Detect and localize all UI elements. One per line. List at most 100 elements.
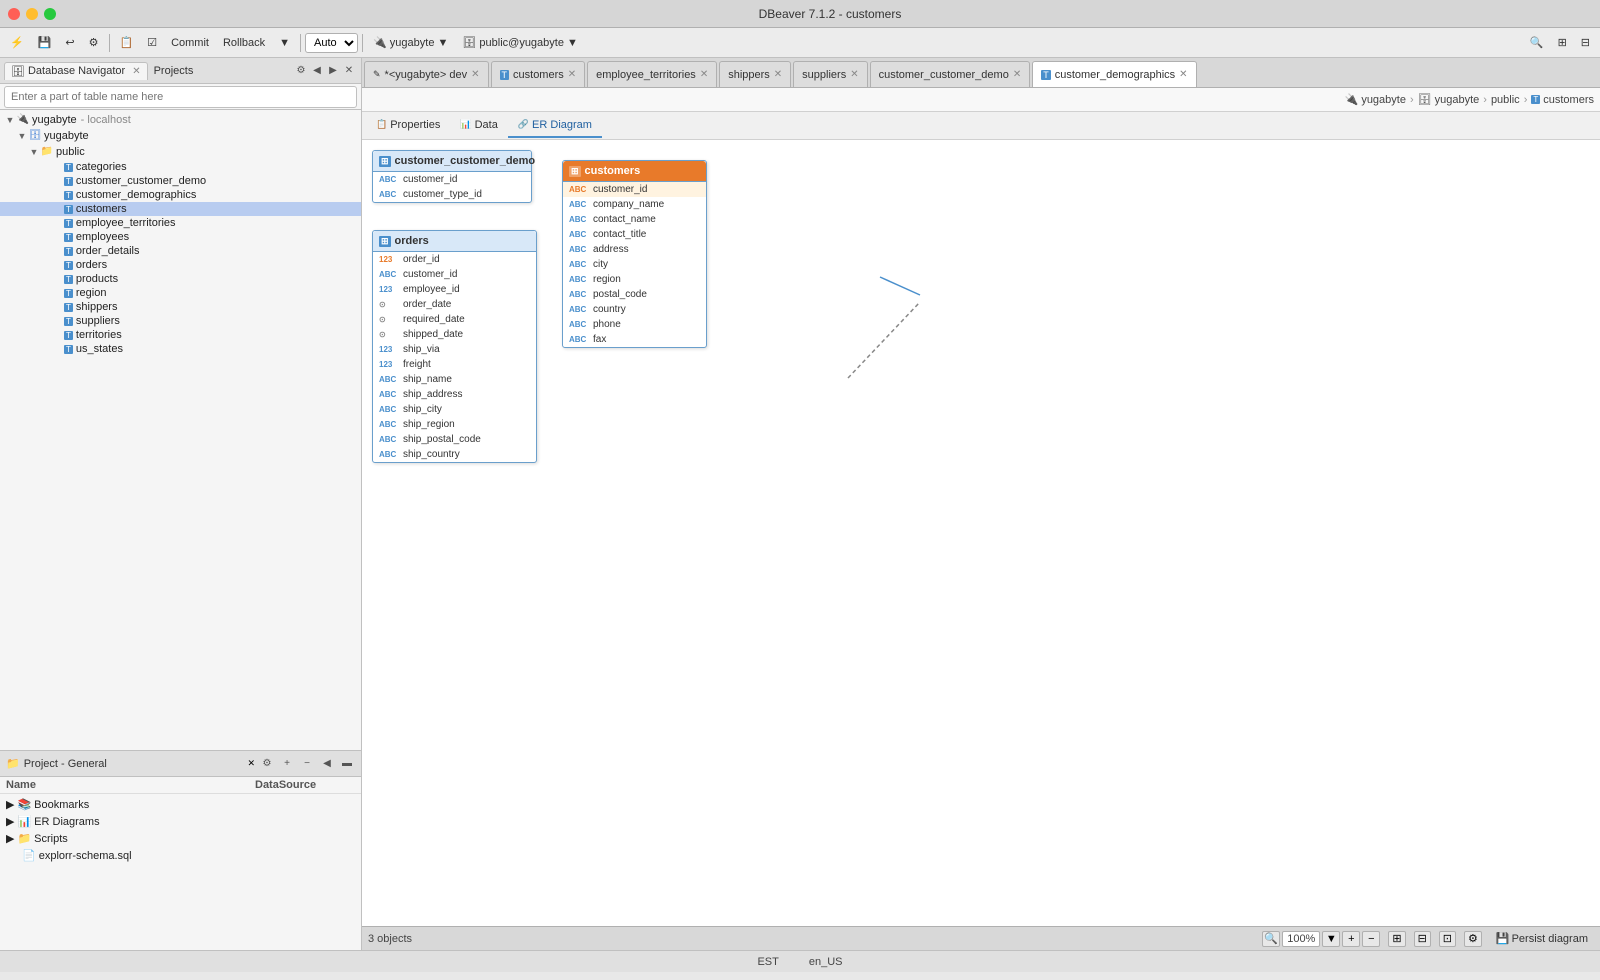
left-panel-nav[interactable]: ◀ — [309, 63, 325, 79]
er-field-city[interactable]: ABC city — [563, 257, 706, 272]
tree-item-customers[interactable]: T customers — [0, 202, 361, 216]
persist-diagram-btn[interactable]: 💾 Persist diagram — [1490, 928, 1594, 950]
er-field-order-id[interactable]: 123 order_id — [373, 252, 536, 267]
project-item-sql-file[interactable]: 📄 explorr-schema.sql — [0, 847, 361, 864]
er-field-ship-address[interactable]: ABC ship_address — [373, 387, 536, 402]
maximize-button[interactable] — [44, 8, 56, 20]
er-field-contact-name[interactable]: ABC contact_name — [563, 212, 706, 227]
projects-tab[interactable]: Projects — [148, 63, 200, 79]
database-navigator-tab[interactable]: 🗄 Database Navigator ✕ — [4, 62, 148, 80]
tool-btn-3[interactable]: ↩ — [59, 32, 80, 54]
tool-btn-db[interactable]: 🗄 public@yugabyte ▼ — [456, 32, 584, 54]
zoom-dropdown-btn[interactable]: ▼ — [1322, 931, 1340, 947]
er-field-fax[interactable]: ABC fax — [563, 332, 706, 347]
tree-item-categories[interactable]: T categories — [0, 160, 361, 174]
tool-btn-layout[interactable]: ⊟ — [1575, 32, 1596, 54]
tab-dev[interactable]: ✎ *<yugabyte> dev ✕ — [364, 61, 489, 87]
er-field-ccd-customer-type-id[interactable]: ABC customer_type_id — [373, 187, 531, 202]
er-field-ccd-customer-id[interactable]: ABC customer_id — [373, 172, 531, 187]
tab-customer-demographics[interactable]: T customer_demographics ✕ — [1032, 61, 1196, 87]
er-field-customer-id[interactable]: ABC customer_id — [373, 267, 536, 282]
er-field-ship-region[interactable]: ABC ship_region — [373, 417, 536, 432]
er-field-ship-postal-code[interactable]: ABC ship_postal_code — [373, 432, 536, 447]
er-field-required-date[interactable]: ⊙ required_date — [373, 312, 536, 327]
tool-btn-search[interactable]: 🔍 — [1524, 32, 1550, 54]
settings-btn[interactable]: ⚙ — [1464, 931, 1482, 947]
er-diagram-area[interactable]: ⊞ customer_customer_demo ABC customer_id… — [362, 140, 1600, 926]
tool-btn-1[interactable]: ⚡ — [4, 32, 30, 54]
project-settings-btn[interactable]: ⚙ — [259, 756, 275, 772]
cd-tab-close[interactable]: ✕ — [1179, 69, 1187, 80]
tree-item-suppliers[interactable]: T suppliers — [0, 314, 361, 328]
tool-btn-6[interactable]: ☑ — [141, 32, 163, 54]
er-field-company-name[interactable]: ABC company_name — [563, 197, 706, 212]
er-field-ship-via[interactable]: 123 ship_via — [373, 342, 536, 357]
er-field-contact-title[interactable]: ABC contact_title — [563, 227, 706, 242]
er-field-postal-code[interactable]: ABC postal_code — [563, 287, 706, 302]
er-field-country[interactable]: ABC country — [563, 302, 706, 317]
tree-item-products[interactable]: T products — [0, 272, 361, 286]
tool-btn-2[interactable]: 💾 — [32, 32, 58, 54]
rollback-button[interactable]: Rollback — [217, 32, 271, 54]
tree-item-order-details[interactable]: T order_details — [0, 244, 361, 258]
sub-tab-er-diagram[interactable]: 🔗 ER Diagram — [508, 114, 602, 138]
er-table-customer-customer-demo[interactable]: ⊞ customer_customer_demo ABC customer_id… — [372, 150, 532, 203]
minimize-button[interactable] — [26, 8, 38, 20]
er-field-ship-name[interactable]: ABC ship_name — [373, 372, 536, 387]
zoom-in-btn[interactable]: + — [1342, 931, 1360, 947]
tree-item-schema[interactable]: ▼ 📁 public — [0, 144, 361, 160]
sub-tab-properties[interactable]: 📋 Properties — [366, 114, 450, 138]
tree-item-territories[interactable]: T territories — [0, 328, 361, 342]
left-panel-nav2[interactable]: ▶ — [325, 63, 341, 79]
ccd-tab-close[interactable]: ✕ — [1013, 69, 1021, 80]
project-item-bookmarks[interactable]: ▶ 📚 Bookmarks — [0, 796, 361, 813]
zoom-search-btn[interactable]: 🔍 — [1262, 931, 1280, 947]
tab-customers[interactable]: T customers ✕ — [491, 61, 586, 87]
sub-tab-data[interactable]: 📊 Data — [450, 114, 507, 138]
project-item-scripts[interactable]: ▶ 📁 Scripts — [0, 830, 361, 847]
close-button[interactable] — [8, 8, 20, 20]
er-field-order-date[interactable]: ⊙ order_date — [373, 297, 536, 312]
zoom-out-btn[interactable]: − — [1362, 931, 1380, 947]
tree-item-employee-territories[interactable]: T employee_territories — [0, 216, 361, 230]
project-add-btn[interactable]: + — [279, 756, 295, 772]
tree-item-orders[interactable]: T orders — [0, 258, 361, 272]
er-table-customers[interactable]: ⊞ customers ABC customer_id ABC company_… — [562, 160, 707, 348]
er-field-ship-city[interactable]: ABC ship_city — [373, 402, 536, 417]
project-back-btn[interactable]: ◀ — [319, 756, 335, 772]
tab-customer-customer-demo[interactable]: customer_customer_demo ✕ — [870, 61, 1031, 87]
project-item-er-diagrams[interactable]: ▶ 📊 ER Diagrams — [0, 813, 361, 830]
left-panel-settings[interactable]: ⚙ — [293, 63, 309, 79]
tree-item-us-states[interactable]: T us_states — [0, 342, 361, 356]
shippers-tab-close[interactable]: ✕ — [774, 69, 782, 80]
left-panel-close[interactable]: ✕ — [341, 63, 357, 79]
tool-btn-extra[interactable]: ▼ — [273, 32, 296, 54]
er-field-customers-customer-id[interactable]: ABC customer_id — [563, 182, 706, 197]
er-field-address[interactable]: ABC address — [563, 242, 706, 257]
er-field-shipped-date[interactable]: ⊙ shipped_date — [373, 327, 536, 342]
tool-btn-grid[interactable]: ⊞ — [1552, 32, 1573, 54]
tab-suppliers[interactable]: suppliers ✕ — [793, 61, 867, 87]
fit-btn[interactable]: ⊡ — [1439, 931, 1456, 947]
tool-btn-connection[interactable]: 🔌 yugabyte ▼ — [367, 32, 454, 54]
er-table-orders[interactable]: ⊞ orders 123 order_id ABC customer_id 12… — [372, 230, 537, 463]
suppliers-tab-close[interactable]: ✕ — [850, 69, 858, 80]
er-field-ship-country[interactable]: ABC ship_country — [373, 447, 536, 462]
customers-tab-close[interactable]: ✕ — [568, 69, 576, 80]
tree-item-customer-demographics[interactable]: T customer_demographics — [0, 188, 361, 202]
project-collapse-btn[interactable]: ▬ — [339, 756, 355, 772]
tab-employee-territories[interactable]: employee_territories ✕ — [587, 61, 717, 87]
layout-btn[interactable]: ⊟ — [1414, 931, 1431, 947]
et-tab-close[interactable]: ✕ — [700, 69, 708, 80]
tree-item-connection[interactable]: ▼ 🔌 yugabyte - localhost — [0, 112, 361, 128]
dev-tab-close[interactable]: ✕ — [471, 69, 479, 80]
commit-button[interactable]: Commit — [165, 32, 215, 54]
tree-item-employees[interactable]: T employees — [0, 230, 361, 244]
tree-item-database[interactable]: ▼ 🗄 yugabyte — [0, 128, 361, 144]
tree-item-region[interactable]: T region — [0, 286, 361, 300]
transaction-mode-dropdown[interactable]: Auto — [305, 33, 358, 53]
db-nav-close[interactable]: ✕ — [132, 66, 140, 77]
tree-item-customer-customer-demo[interactable]: T customer_customer_demo — [0, 174, 361, 188]
er-field-region[interactable]: ABC region — [563, 272, 706, 287]
tab-shippers[interactable]: shippers ✕ — [719, 61, 791, 87]
